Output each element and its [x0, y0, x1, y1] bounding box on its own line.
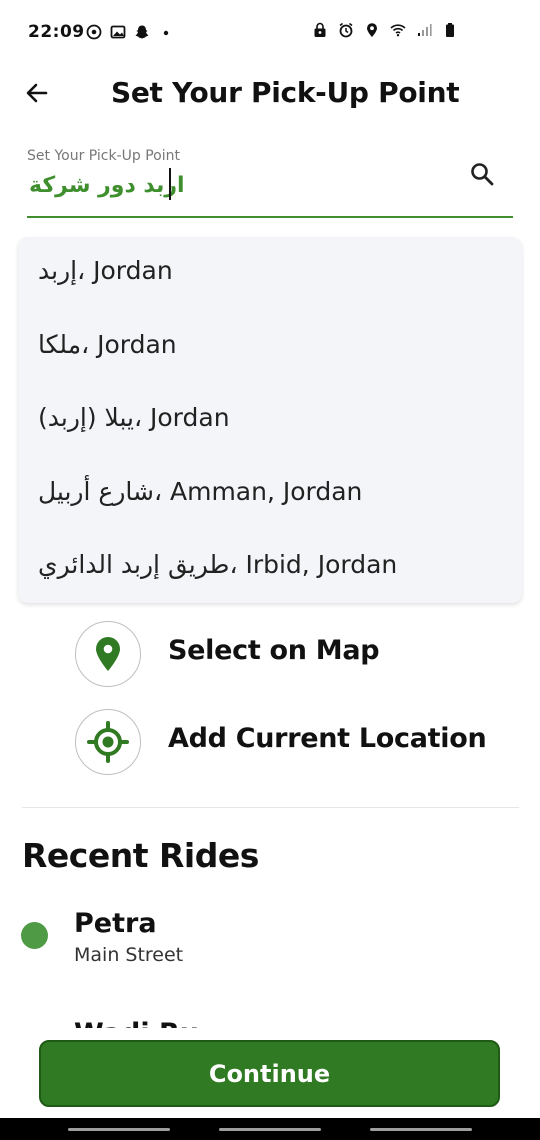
location-icon — [367, 23, 377, 37]
text-caret — [169, 168, 171, 200]
app-header: Set Your Pick-Up Point — [0, 64, 540, 124]
search-input[interactable]: اربد دور شركة — [29, 168, 185, 204]
snapchat-icon — [135, 25, 149, 39]
ride-name: Petra — [74, 908, 157, 939]
search-field-label: Set Your Pick-Up Point — [27, 148, 181, 164]
search-field-underline — [27, 216, 513, 218]
map-pin-circle — [75, 621, 141, 687]
ride-subtitle: Main Street — [74, 944, 184, 966]
nav-recents-button[interactable] — [68, 1128, 170, 1131]
gallery-icon — [110, 25, 126, 39]
section-divider — [22, 807, 519, 808]
add-current-location-button[interactable]: Add Current Location — [75, 709, 495, 777]
current-location-icon — [87, 721, 129, 763]
recent-rides-heading: Recent Rides — [22, 836, 259, 875]
nav-home-button[interactable] — [219, 1128, 321, 1131]
back-button[interactable] — [22, 78, 52, 108]
bottom-bar: Continue — [0, 1028, 540, 1118]
suggestions-list: إربد، Jordan ملكا، Jordan يبلا (إربد)، J… — [18, 237, 522, 603]
status-time: 22:09 — [28, 22, 85, 42]
search-button[interactable] — [466, 158, 498, 190]
signal-icon — [418, 24, 432, 36]
nav-back-button[interactable] — [370, 1128, 472, 1131]
page-title: Set Your Pick-Up Point — [111, 76, 460, 109]
select-on-map-label: Select on Map — [168, 635, 380, 666]
suggestion-item[interactable]: يبلا (إربد)، Jordan — [38, 398, 230, 438]
suggestion-item[interactable]: إربد، Jordan — [38, 251, 173, 291]
battery-icon — [446, 23, 454, 37]
lock-icon — [314, 22, 326, 37]
alarm-icon — [339, 22, 353, 38]
map-pin-icon — [96, 637, 120, 671]
wifi-icon — [390, 24, 406, 37]
select-on-map-button[interactable]: Select on Map — [75, 621, 495, 689]
search-icon — [471, 163, 494, 186]
add-current-location-label: Add Current Location — [168, 723, 487, 754]
dot-icon — [163, 30, 169, 36]
status-bar: 22:09 — [0, 0, 540, 64]
suggestion-item[interactable]: طريق إربد الدائري، Irbid, Jordan — [38, 545, 397, 585]
system-nav-bar — [0, 1118, 540, 1140]
suggestion-item[interactable]: شارع أربيل، Amman, Jordan — [38, 472, 362, 512]
suggestion-item[interactable]: ملكا، Jordan — [38, 325, 177, 365]
back-arrow-icon — [26, 83, 48, 103]
crosshair-circle — [75, 709, 141, 775]
ride-dot-icon — [21, 922, 48, 949]
recent-ride-item[interactable]: Petra Main Street — [0, 908, 540, 988]
continue-button[interactable]: Continue — [39, 1040, 500, 1107]
whatsapp-icon — [86, 24, 102, 40]
